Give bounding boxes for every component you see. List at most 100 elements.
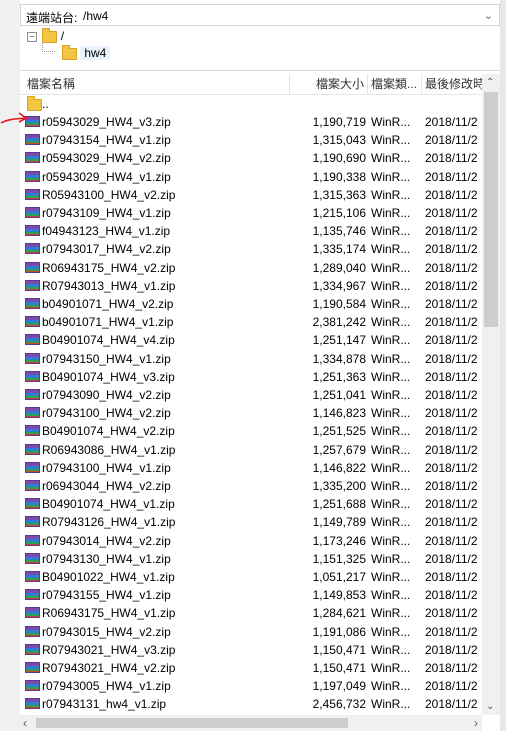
horizontal-scrollbar[interactable]: ‹ › — [20, 715, 482, 731]
scroll-down-icon[interactable]: ⌄ — [486, 701, 494, 712]
file-size: 1,190,338 — [312, 169, 366, 184]
file-type: WinR... — [371, 260, 411, 275]
file-type: WinR... — [371, 606, 411, 621]
list-item[interactable]: B04901022_HW4_v1.zip 1,051,217 WinR... 2018… — [20, 568, 482, 586]
list-item[interactable]: r07943014_HW4_v2.zip 1,173,246 WinR... 2018… — [20, 532, 482, 550]
file-type: WinR... — [371, 570, 411, 584]
list-item[interactable]: r07943150_HW4_v1.zip 1,334,878 WinR... 2018… — [20, 350, 482, 368]
scroll-left-icon[interactable]: ‹ — [23, 716, 27, 730]
file-type: WinR... — [371, 115, 411, 129]
list-item[interactable]: r07943005_HW4_v1.zip 1,197,049 WinR... 2018… — [20, 677, 482, 695]
file-name: B04901074_HW4_v4.zip — [42, 333, 175, 348]
file-type: WinR... — [371, 642, 411, 657]
winrar-archive-icon — [25, 425, 40, 437]
list-item[interactable]: r07943015_HW4_v2.zip 1,191,086 WinR... 2018… — [20, 623, 482, 641]
winrar-archive-icon — [25, 243, 40, 255]
file-type: WinR... — [371, 333, 411, 348]
list-item[interactable]: f04943123_HW4_v1.zip 1,135,746 WinR... 2018… — [20, 222, 482, 240]
remote-site-path[interactable]: /hw4 — [83, 9, 108, 23]
list-item-parent-dir[interactable]: .. — [20, 95, 482, 113]
file-size: 1,173,246 — [312, 533, 366, 548]
file-modified: 2018/11/2 — [425, 460, 478, 475]
file-name: r05943029_HW4_v2.zip — [42, 151, 171, 166]
file-modified: 2018/11/2 — [425, 679, 478, 694]
file-size: 2,456,732 — [312, 697, 366, 712]
file-type: WinR... — [371, 624, 411, 639]
list-item[interactable]: r07943100_HW4_v2.zip 1,146,823 WinR... 2018… — [20, 404, 482, 422]
list-item[interactable]: r07943100_HW4_v1.zip 1,146,822 WinR... 2018… — [20, 459, 482, 477]
list-item[interactable]: r07943017_HW4_v2.zip 1,335,174 WinR... 2018… — [20, 240, 482, 258]
list-item[interactable]: r07943155_HW4_v1.zip 1,149,853 WinR... 2018… — [20, 586, 482, 604]
file-modified: 2018/11/2 — [425, 169, 478, 184]
list-item[interactable]: b04901071_HW4_v1.zip 2,381,242 WinR... 2018… — [20, 313, 482, 331]
column-header-name[interactable]: 檔案名稱 — [20, 74, 290, 94]
remote-site-label: 遠端站台: — [26, 11, 78, 25]
file-name: R07943021_HW4_v2.zip — [42, 661, 176, 675]
file-size: 1,151,325 — [312, 551, 366, 566]
column-header-size[interactable]: 檔案大小 — [290, 74, 368, 94]
list-item[interactable]: R06943175_HW4_v2.zip 1,289,040 WinR... 2018… — [20, 259, 482, 277]
list-item[interactable]: B04901074_HW4_v2.zip 1,251,525 WinR... 2018… — [20, 422, 482, 440]
list-item[interactable]: B04901074_HW4_v3.zip 1,251,363 WinR... 2018… — [20, 368, 482, 386]
winrar-archive-icon — [25, 261, 40, 273]
vertical-scrollbar[interactable]: ⌃ ⌄ — [482, 74, 500, 715]
horizontal-scroll-thumb[interactable] — [36, 718, 348, 728]
file-size: 1,197,049 — [312, 679, 366, 694]
list-item[interactable]: R07943013_HW4_v1.zip 1,334,967 WinR... 2018… — [20, 277, 482, 295]
tree-node-hw4[interactable]: hw4 — [62, 44, 111, 62]
file-type: WinR... — [371, 187, 411, 202]
file-size: 1,251,147 — [312, 333, 366, 348]
file-type: WinR... — [371, 588, 411, 603]
file-size: 1,284,621 — [312, 606, 366, 621]
list-item[interactable]: r07943131_hw4_v1.zip 2,456,732 WinR... 2018… — [20, 695, 482, 713]
list-item[interactable]: r05943029_HW4_v1.zip 1,190,338 WinR... 2018… — [20, 168, 482, 186]
vertical-scroll-thumb[interactable] — [484, 92, 498, 327]
file-type: WinR... — [371, 697, 411, 712]
file-size: 1,191,086 — [312, 624, 366, 639]
window-edge — [500, 0, 506, 731]
list-item[interactable]: R06943086_HW4_v1.zip 1,257,679 WinR... 2018… — [20, 441, 482, 459]
list-item[interactable]: r07943109_HW4_v1.zip 1,215,106 WinR... 2018… — [20, 204, 482, 222]
file-modified: 2018/11/2 — [425, 406, 478, 421]
list-item[interactable]: B04901074_HW4_v1.zip 1,251,688 WinR... 2018… — [20, 495, 482, 513]
list-item[interactable]: r06943044_HW4_v2.zip 1,335,200 WinR... 2018… — [20, 477, 482, 495]
list-item[interactable]: R06943175_HW4_v1.zip 1,284,621 WinR... 2018… — [20, 604, 482, 622]
chevron-down-icon[interactable]: ⌄ — [484, 9, 493, 22]
list-item[interactable]: r07943090_HW4_v2.zip 1,251,041 WinR... 2018… — [20, 386, 482, 404]
file-type: WinR... — [371, 169, 411, 184]
list-item[interactable]: R07943021_HW4_v3.zip 1,150,471 WinR... 2018… — [20, 641, 482, 659]
winrar-archive-icon — [25, 298, 40, 309]
folder-icon — [62, 44, 77, 60]
file-modified: 2018/11/2 — [425, 551, 478, 566]
column-header-type[interactable]: 檔案類... — [368, 74, 422, 94]
list-item[interactable]: R05943100_HW4_v2.zip 1,315,363 WinR... 2018… — [20, 186, 482, 204]
directory-tree: − / hw4 — [20, 27, 500, 71]
file-name: r05943029_HW4_v1.zip — [42, 169, 171, 184]
file-type: WinR... — [371, 224, 411, 239]
list-item[interactable]: r07943154_HW4_v1.zip 1,315,043 WinR... 2018… — [20, 131, 482, 149]
file-name: b04901071_HW4_v2.zip — [42, 297, 174, 311]
remote-site-bar[interactable]: 遠端站台: /hw4 ⌄ — [20, 4, 500, 26]
file-type: WinR... — [371, 297, 411, 311]
collapse-icon[interactable]: − — [27, 31, 37, 42]
file-type: WinR... — [371, 424, 411, 439]
list-item[interactable]: r05943029_HW4_v2.zip 1,190,690 WinR... 2018… — [20, 149, 482, 167]
scroll-right-icon[interactable]: › — [474, 716, 478, 730]
file-modified: 2018/11/2 — [425, 497, 478, 512]
list-item[interactable]: R07943021_HW4_v2.zip 1,150,471 WinR... 2018… — [20, 659, 482, 677]
list-item[interactable]: R07943126_HW4_v1.zip 1,149,789 WinR... 2018… — [20, 513, 482, 531]
file-name: f04943123_HW4_v1.zip — [42, 224, 171, 239]
file-name: R06943086_HW4_v1.zip — [42, 442, 176, 457]
column-header-modified[interactable]: 最後修改時 — [422, 74, 482, 94]
file-modified: 2018/11/2 — [425, 661, 478, 675]
list-item[interactable]: B04901074_HW4_v4.zip 1,251,147 WinR... 2018… — [20, 331, 482, 349]
scroll-up-icon[interactable]: ⌃ — [486, 77, 494, 88]
list-item[interactable]: r07943130_HW4_v1.zip 1,151,325 WinR... 2018… — [20, 550, 482, 568]
file-type: WinR... — [371, 388, 411, 402]
list-item[interactable]: b04901071_HW4_v2.zip 1,190,584 WinR... 2018… — [20, 295, 482, 313]
file-type: WinR... — [371, 369, 411, 384]
file-size: 1,190,690 — [312, 151, 366, 166]
file-modified: 2018/11/2 — [425, 206, 478, 220]
list-item[interactable]: r05943029_HW4_v3.zip 1,190,719 WinR... 2018… — [20, 113, 482, 131]
file-size: 1,146,823 — [312, 406, 366, 421]
